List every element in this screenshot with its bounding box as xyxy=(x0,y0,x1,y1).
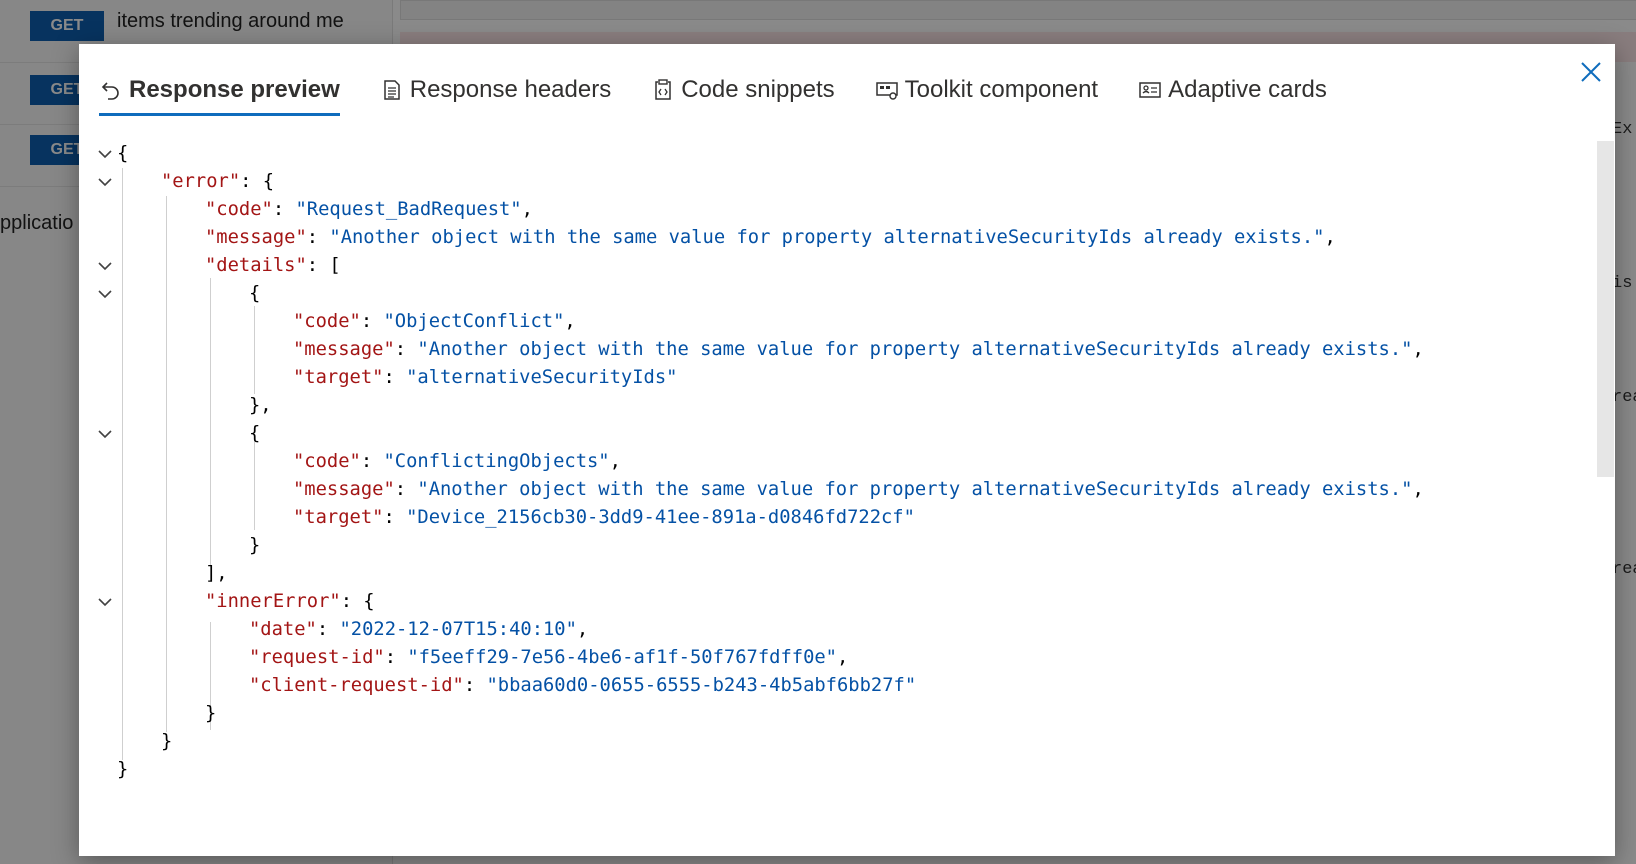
json-key: "code" xyxy=(205,199,273,220)
json-string: "Another object with the same value for … xyxy=(417,479,1413,500)
json-punct: : { xyxy=(240,171,275,192)
json-punct: { xyxy=(249,283,261,304)
code-line: "message": "Another object with the same… xyxy=(293,479,1424,500)
tab-label: Response headers xyxy=(409,76,612,103)
code-line: "request-id": "f5eeff29-7e56-4be6-af1f-5… xyxy=(249,647,849,668)
json-key: "code" xyxy=(293,451,361,472)
close-icon xyxy=(1580,61,1602,88)
json-punct: { xyxy=(249,423,261,444)
contact-card-icon xyxy=(1138,78,1162,102)
code-line: } xyxy=(79,756,1579,784)
json-punct: } xyxy=(117,759,129,780)
tab-label: Adaptive cards xyxy=(1168,76,1327,103)
undo-arrow-icon xyxy=(99,78,123,102)
tab-toolkit-component[interactable]: Toolkit component xyxy=(875,66,1098,114)
json-string: "Another object with the same value for … xyxy=(417,339,1413,360)
chevron-down-icon[interactable] xyxy=(93,254,117,278)
code-line: "code": "Request_BadRequest", xyxy=(205,199,533,220)
json-string: "bbaa60d0-0655-6555-b243-4b5abf6bb27f" xyxy=(486,675,917,696)
json-punct: } xyxy=(161,731,173,752)
tab-adaptive-cards[interactable]: Adaptive cards xyxy=(1138,66,1327,114)
json-punct: { xyxy=(117,143,129,164)
clipboard-code-icon xyxy=(651,78,675,102)
scrollbar-thumb[interactable] xyxy=(1597,141,1614,477)
code-line: "client-request-id": "bbaa60d0-0655-6555… xyxy=(249,675,917,696)
chevron-down-icon[interactable] xyxy=(93,590,117,614)
json-key: "innerError" xyxy=(205,591,341,612)
tab-label: Response preview xyxy=(129,75,340,103)
chevron-down-icon[interactable] xyxy=(93,422,117,446)
json-punct: } xyxy=(249,535,261,556)
code-line: }, xyxy=(79,392,1579,420)
code-line: "code": "ConflictingObjects", xyxy=(293,451,621,472)
code-line: "target": "Device_2156cb30-3dd9-41ee-891… xyxy=(293,507,915,528)
json-key: "code" xyxy=(293,311,361,332)
json-punct: : { xyxy=(340,591,375,612)
code-line: } xyxy=(79,532,1579,560)
json-punct: : [ xyxy=(306,255,341,276)
json-string: "ConflictingObjects" xyxy=(383,451,610,472)
code-line: "details": [ xyxy=(79,252,1579,280)
json-string: "Another object with the same value for … xyxy=(329,227,1325,248)
code-line: "innerError": { xyxy=(79,588,1579,616)
code-line: } xyxy=(79,700,1579,728)
json-key: "message" xyxy=(293,339,395,360)
code-line: "message": "Another object with the same… xyxy=(205,227,1336,248)
json-punct: ], xyxy=(205,563,228,584)
code-line: ], xyxy=(79,560,1579,588)
document-list-icon xyxy=(380,78,404,102)
json-punct: } xyxy=(205,703,217,724)
json-viewer: { "error": { "code": "Request_BadRequest… xyxy=(79,140,1579,840)
tab-code-snippets[interactable]: Code snippets xyxy=(651,66,835,114)
code-line: "error": { xyxy=(79,168,1579,196)
tab-label: Toolkit component xyxy=(904,76,1099,103)
json-string: "ObjectConflict" xyxy=(383,311,565,332)
json-string: "f5eeff29-7e56-4be6-af1f-50f767fdff0e" xyxy=(407,647,837,668)
json-key: "error" xyxy=(161,171,241,192)
component-icon xyxy=(875,78,899,102)
chevron-down-icon[interactable] xyxy=(93,170,117,194)
json-string: "Device_2156cb30-3dd9-41ee-891a-d0846fd7… xyxy=(406,507,915,528)
code-line: } xyxy=(79,728,1579,756)
json-key: "message" xyxy=(205,227,307,248)
json-string: "Request_BadRequest" xyxy=(295,199,522,220)
chevron-down-icon[interactable] xyxy=(93,142,117,166)
json-key: "client-request-id" xyxy=(249,675,464,696)
code-line: "target": "alternativeSecurityIds" xyxy=(293,367,678,388)
tab-response-headers[interactable]: Response headers xyxy=(380,66,611,114)
response-dialog: Response preview Response headers Code s… xyxy=(79,44,1615,856)
json-key: "details" xyxy=(205,255,307,276)
chevron-down-icon[interactable] xyxy=(93,282,117,306)
tab-label: Code snippets xyxy=(681,76,835,103)
json-key: "date" xyxy=(249,619,317,640)
close-button[interactable] xyxy=(1575,58,1607,90)
code-line: { xyxy=(79,140,1579,168)
tab-response-preview[interactable]: Response preview xyxy=(99,66,340,116)
json-punct: }, xyxy=(249,395,272,416)
code-line: "code": "ObjectConflict", xyxy=(293,311,576,332)
json-key: "target" xyxy=(293,507,384,528)
json-key: "target" xyxy=(293,367,384,388)
code-line: { xyxy=(79,420,1579,448)
json-key: "request-id" xyxy=(249,647,385,668)
json-string: "2022-12-07T15:40:10" xyxy=(339,619,577,640)
json-string: "alternativeSecurityIds" xyxy=(406,367,678,388)
code-line: "message": "Another object with the same… xyxy=(293,339,1424,360)
code-line: { xyxy=(79,280,1579,308)
response-tabs: Response preview Response headers Code s… xyxy=(99,66,1367,118)
code-line: "date": "2022-12-07T15:40:10", xyxy=(249,619,589,640)
json-key: "message" xyxy=(293,479,395,500)
